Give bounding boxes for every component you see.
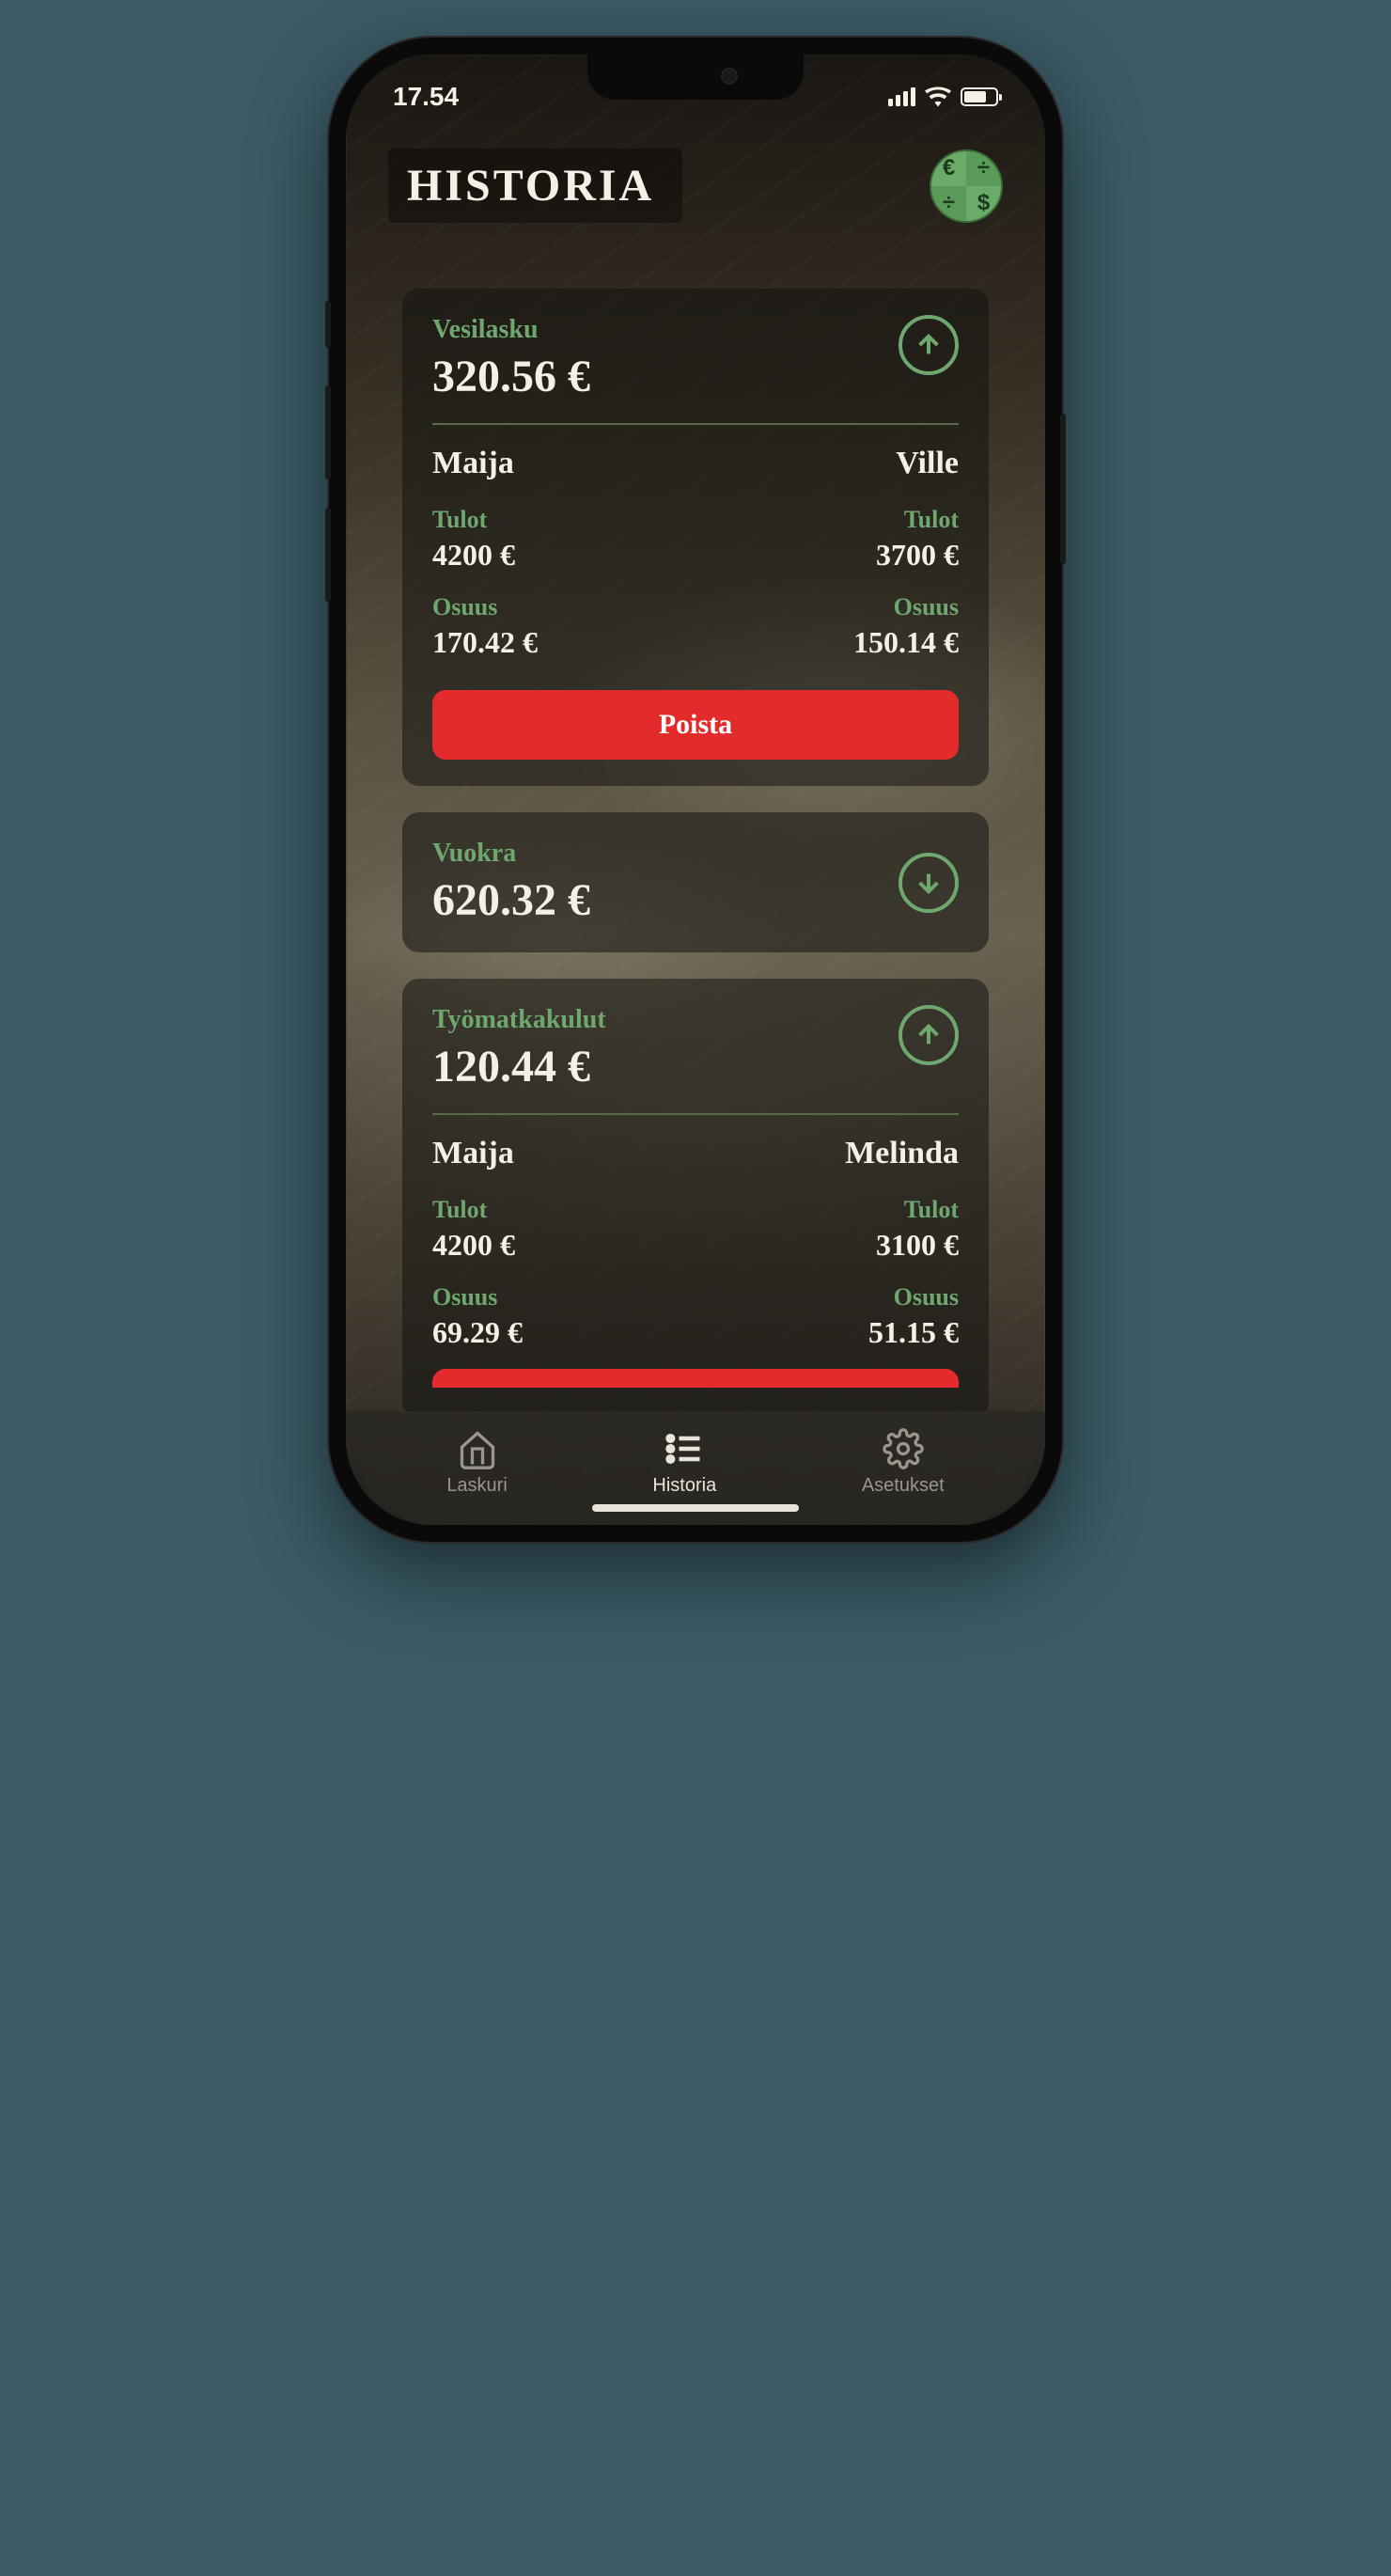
arrow-up-icon: [914, 330, 944, 360]
person-name-left: Maija: [432, 446, 514, 481]
share-value-left: 69.29 €: [432, 1315, 523, 1350]
tab-label: Historia: [652, 1475, 716, 1497]
history-card: Työmatkakulut 120.44 € Maija Melinda Tul…: [402, 979, 989, 1411]
tab-label: Asetukset: [862, 1475, 945, 1497]
tab-history[interactable]: Historia: [652, 1428, 716, 1497]
income-label: Tulot: [432, 506, 515, 534]
delete-button[interactable]: [432, 1369, 959, 1388]
arrow-down-icon: [914, 868, 944, 898]
card-title: Vesilasku: [432, 315, 590, 345]
card-title: Työmatkakulut: [432, 1005, 606, 1035]
home-indicator[interactable]: [592, 1504, 799, 1512]
history-card: Vuokra 620.32 €: [402, 812, 989, 952]
tab-label: Laskuri: [446, 1475, 507, 1497]
side-button: [325, 301, 331, 348]
volume-down-button: [325, 508, 331, 602]
header: HISTORIA €÷÷$: [346, 120, 1045, 242]
expand-button[interactable]: [899, 853, 959, 913]
divider: [432, 423, 959, 425]
income-value-left: 4200 €: [432, 538, 515, 573]
collapse-button[interactable]: [899, 315, 959, 375]
share-label: Osuus: [432, 593, 538, 621]
status-icons: [888, 86, 998, 107]
share-value-right: 51.15 €: [868, 1315, 959, 1350]
income-value-left: 4200 €: [432, 1228, 515, 1263]
person-name-right: Ville: [896, 446, 959, 481]
screen: 17.54 HISTORIA €÷÷$ Vesilasku 320.56 €: [346, 55, 1045, 1525]
card-amount: 120.44 €: [432, 1041, 606, 1092]
volume-up-button: [325, 385, 331, 479]
battery-icon: [961, 87, 998, 106]
history-list[interactable]: Vesilasku 320.56 € Maija Ville Tulot 420…: [346, 242, 1045, 1411]
card-title: Vuokra: [432, 839, 590, 869]
history-card: Vesilasku 320.56 € Maija Ville Tulot 420…: [402, 289, 989, 786]
collapse-button[interactable]: [899, 1005, 959, 1065]
cellular-signal-icon: [888, 87, 915, 106]
card-amount: 620.32 €: [432, 874, 590, 926]
share-value-left: 170.42 €: [432, 625, 538, 660]
arrow-up-icon: [914, 1020, 944, 1050]
income-value-right: 3100 €: [876, 1228, 959, 1263]
income-value-right: 3700 €: [876, 538, 959, 573]
income-label: Tulot: [876, 1196, 959, 1224]
income-label: Tulot: [432, 1196, 515, 1224]
device-notch: [587, 55, 804, 100]
app-logo-icon[interactable]: €÷÷$: [930, 149, 1003, 223]
tab-settings[interactable]: Asetukset: [862, 1428, 945, 1497]
page-title: HISTORIA: [388, 149, 682, 223]
person-name-left: Maija: [432, 1136, 514, 1171]
phone-device-frame: 17.54 HISTORIA €÷÷$ Vesilasku 320.56 €: [329, 38, 1062, 1542]
share-label: Osuus: [432, 1283, 523, 1312]
list-icon: [664, 1428, 705, 1469]
income-label: Tulot: [876, 506, 959, 534]
home-icon: [457, 1428, 498, 1469]
share-value-right: 150.14 €: [853, 625, 959, 660]
status-time: 17.54: [393, 82, 459, 112]
share-label: Osuus: [853, 593, 959, 621]
delete-button[interactable]: Poista: [432, 690, 959, 760]
wifi-icon: [925, 86, 951, 107]
divider: [432, 1113, 959, 1115]
power-button: [1060, 414, 1066, 564]
card-amount: 320.56 €: [432, 351, 590, 402]
person-name-right: Melinda: [845, 1136, 959, 1171]
share-label: Osuus: [868, 1283, 959, 1312]
gear-icon: [883, 1428, 924, 1469]
tab-calculator[interactable]: Laskuri: [446, 1428, 507, 1497]
